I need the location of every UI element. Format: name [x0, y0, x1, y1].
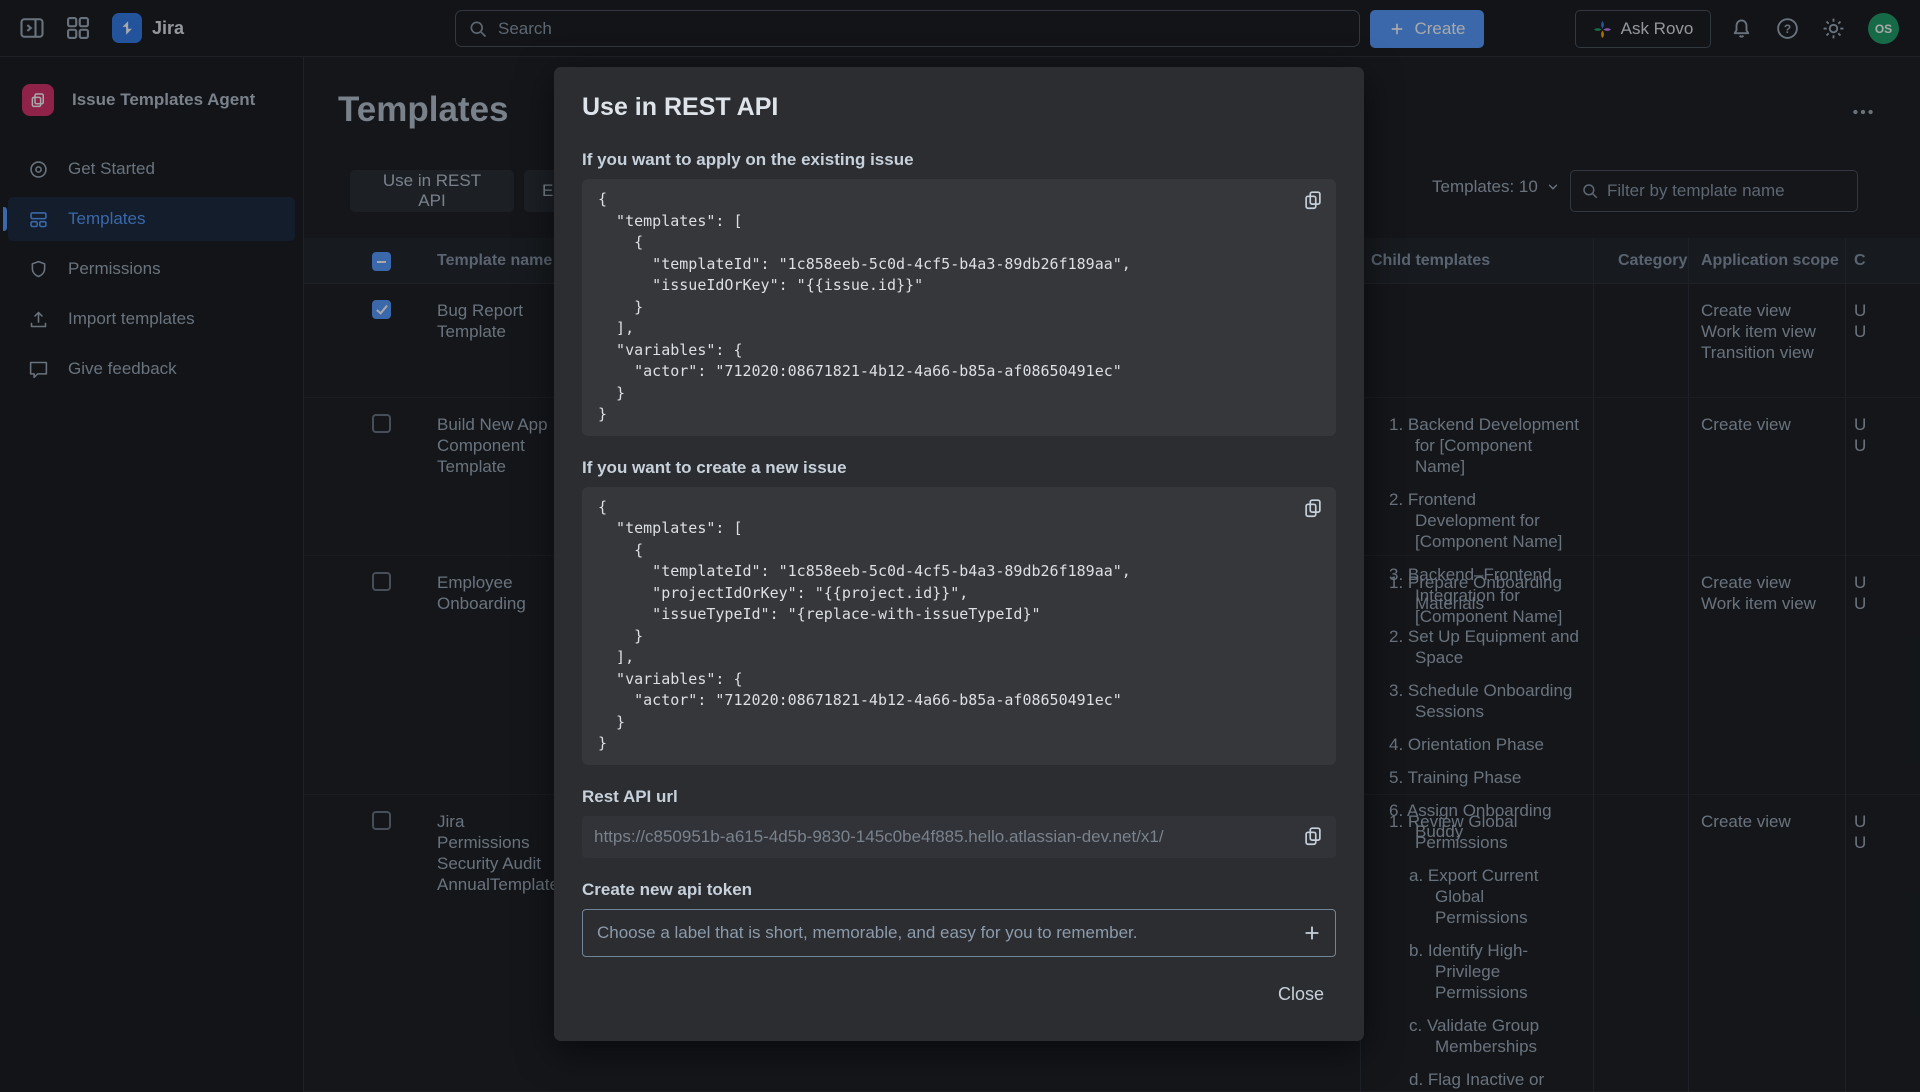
modal-title: Use in REST API	[582, 93, 1336, 122]
rest-api-url-value: https://c850951b-a615-4d5b-9830-145c0be4…	[594, 827, 1290, 847]
copy-icon[interactable]	[1302, 189, 1324, 211]
close-button[interactable]: Close	[1266, 976, 1336, 1013]
existing-issue-code-block: { "templates": [ { "templateId": "1c858e…	[582, 179, 1336, 436]
code-text: { "templates": [ { "templateId": "1c858e…	[598, 189, 1320, 426]
new-issue-code-block: { "templates": [ { "templateId": "1c858e…	[582, 487, 1336, 765]
code-text: { "templates": [ { "templateId": "1c858e…	[598, 497, 1320, 755]
rest-api-url-label: Rest API url	[582, 787, 1336, 807]
existing-issue-label: If you want to apply on the existing iss…	[582, 150, 1336, 170]
create-token-field	[582, 909, 1336, 957]
create-token-label: Create new api token	[582, 880, 1336, 900]
copy-icon[interactable]	[1302, 825, 1324, 847]
new-issue-label: If you want to create a new issue	[582, 458, 1336, 478]
rest-api-url-field: https://c850951b-a615-4d5b-9830-145c0be4…	[582, 816, 1336, 858]
use-in-rest-api-modal: Use in REST API If you want to apply on …	[554, 67, 1364, 1041]
add-token-plus-icon[interactable]	[1301, 922, 1323, 944]
token-label-input[interactable]	[597, 923, 1287, 943]
copy-icon[interactable]	[1302, 497, 1324, 519]
